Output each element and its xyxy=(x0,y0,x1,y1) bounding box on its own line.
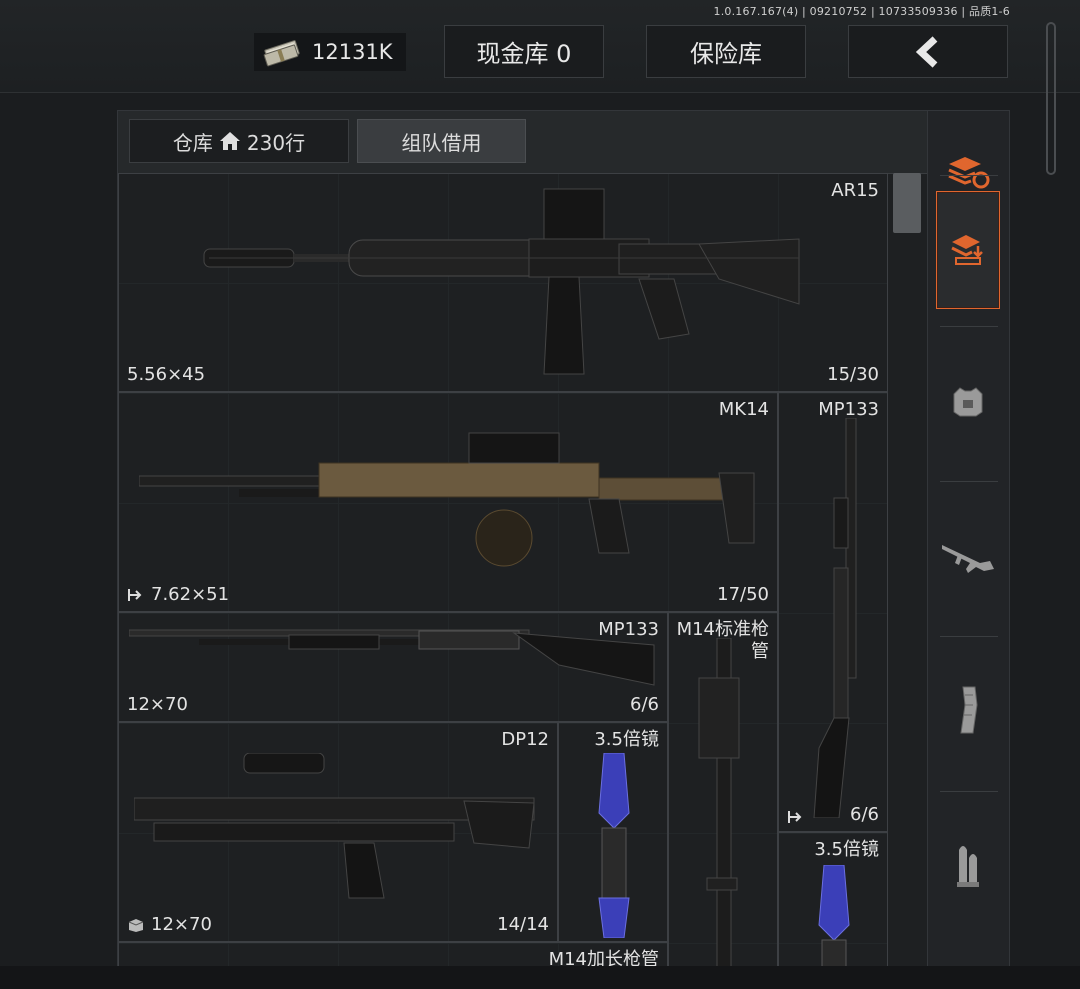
tab-team-borrow[interactable]: 组队借用 xyxy=(357,119,526,163)
item-scope-3-5x-a[interactable]: 3.5倍镜 xyxy=(558,722,668,942)
item-m14-standard-barrel[interactable]: M14标准枪管 xyxy=(668,612,778,970)
item-dp12[interactable]: DP12 12×70 14/14 xyxy=(118,722,558,942)
scope-image xyxy=(818,865,850,970)
rifle-ar15-image xyxy=(203,188,800,375)
shotgun-mp133-image xyxy=(129,629,655,686)
sidebar-item-armor[interactable] xyxy=(936,341,1000,459)
cash-vault-button[interactable]: 现金库 0 xyxy=(444,25,604,78)
item-count: 6/6 xyxy=(630,694,659,715)
inventory-grid: AR15 5.56×45 15/30 MK14 7.62×51 17/50 MP… xyxy=(118,173,888,970)
top-bar: 1.0.167.167(4) | 09210752 | 10733509336 … xyxy=(0,0,1080,93)
item-count: 15/30 xyxy=(827,364,879,385)
money-amount: 12131K xyxy=(312,40,393,64)
item-mp133[interactable]: MP133 12×70 6/6 xyxy=(118,612,668,722)
shotgun-mp133-vertical-image xyxy=(813,418,857,818)
item-ammo xyxy=(787,809,811,825)
sidebar-item-download[interactable] xyxy=(936,191,1000,309)
item-ammo: 12×70 xyxy=(127,694,188,715)
version-text: 1.0.167.167(4) | 09210752 | 10733509336 … xyxy=(713,5,1010,18)
tab-row: 仓库 230行 组队借用 xyxy=(118,111,927,174)
box-icon xyxy=(128,918,144,932)
tab-warehouse[interactable]: 仓库 230行 xyxy=(129,119,349,163)
magazine-icon xyxy=(960,686,978,734)
sidebar-divider xyxy=(940,175,998,176)
item-name: M14标准枪管 xyxy=(676,619,769,662)
item-ammo-text: 5.56×45 xyxy=(127,364,206,385)
armor-vest-icon xyxy=(953,387,983,417)
item-name: MP133 xyxy=(598,619,659,640)
item-count: 6/6 xyxy=(850,804,879,825)
item-ammo-text: 12×70 xyxy=(127,694,188,715)
item-ammo-text: 7.62×51 xyxy=(151,584,230,605)
category-sidebar xyxy=(928,110,1010,970)
tab-warehouse-rows: 230行 xyxy=(246,130,306,155)
barrel-m14-standard-image xyxy=(698,638,740,968)
back-button[interactable] xyxy=(848,25,1008,78)
sidebar-item-magazines[interactable] xyxy=(936,651,1000,769)
item-ammo-text: 12×70 xyxy=(151,914,212,935)
sidebar-item-weapons[interactable] xyxy=(936,496,1000,614)
stack-refresh-icon xyxy=(948,157,990,189)
sidebar-divider xyxy=(940,326,998,327)
transfer-out-icon xyxy=(128,588,142,601)
home-icon xyxy=(219,132,240,150)
item-count: 17/50 xyxy=(717,584,769,605)
safe-button[interactable]: 保险库 xyxy=(646,25,806,78)
bullets-icon xyxy=(957,846,979,887)
item-name: 3.5倍镜 xyxy=(814,839,879,860)
sidebar-item-ammo[interactable] xyxy=(936,806,1000,924)
sidebar-divider xyxy=(940,636,998,637)
inventory-panel: 仓库 230行 组队借用 AR15 5.56×45 15/30 MK14 7.6… xyxy=(117,110,928,970)
rifle-icon xyxy=(942,545,994,573)
cash-icon xyxy=(263,40,300,67)
item-count: 14/14 xyxy=(497,914,549,935)
item-mk14[interactable]: MK14 7.62×51 17/50 xyxy=(118,392,778,612)
page-scrollbar[interactable] xyxy=(1046,22,1056,175)
item-name: 3.5倍镜 xyxy=(594,729,659,750)
sidebar-divider xyxy=(940,481,998,482)
item-ammo: 5.56×45 xyxy=(127,364,205,385)
shotgun-dp12-image xyxy=(134,753,535,899)
money-display: 12131K xyxy=(254,33,406,71)
sidebar-divider xyxy=(940,791,998,792)
item-name: MK14 xyxy=(718,399,769,420)
grid-scrollbar-thumb[interactable] xyxy=(893,173,921,233)
item-ammo: 7.62×51 xyxy=(127,584,229,605)
item-ammo: 12×70 xyxy=(127,914,212,935)
item-name: DP12 xyxy=(501,729,549,750)
item-name: AR15 xyxy=(831,180,879,201)
bottom-bar xyxy=(0,966,1080,989)
rifle-mk14-image xyxy=(139,432,755,567)
item-name: MP133 xyxy=(818,399,879,420)
tab-warehouse-label: 仓库 xyxy=(172,130,213,155)
item-ar15[interactable]: AR15 5.56×45 15/30 xyxy=(118,173,888,392)
item-mp133-vertical[interactable]: MP133 6/6 xyxy=(778,392,888,832)
transfer-out-icon xyxy=(788,811,802,823)
chevron-left-icon xyxy=(915,35,938,68)
scope-image xyxy=(598,753,630,938)
stack-download-icon xyxy=(951,235,983,265)
item-scope-3-5x-b[interactable]: 3.5倍镜 xyxy=(778,832,888,970)
